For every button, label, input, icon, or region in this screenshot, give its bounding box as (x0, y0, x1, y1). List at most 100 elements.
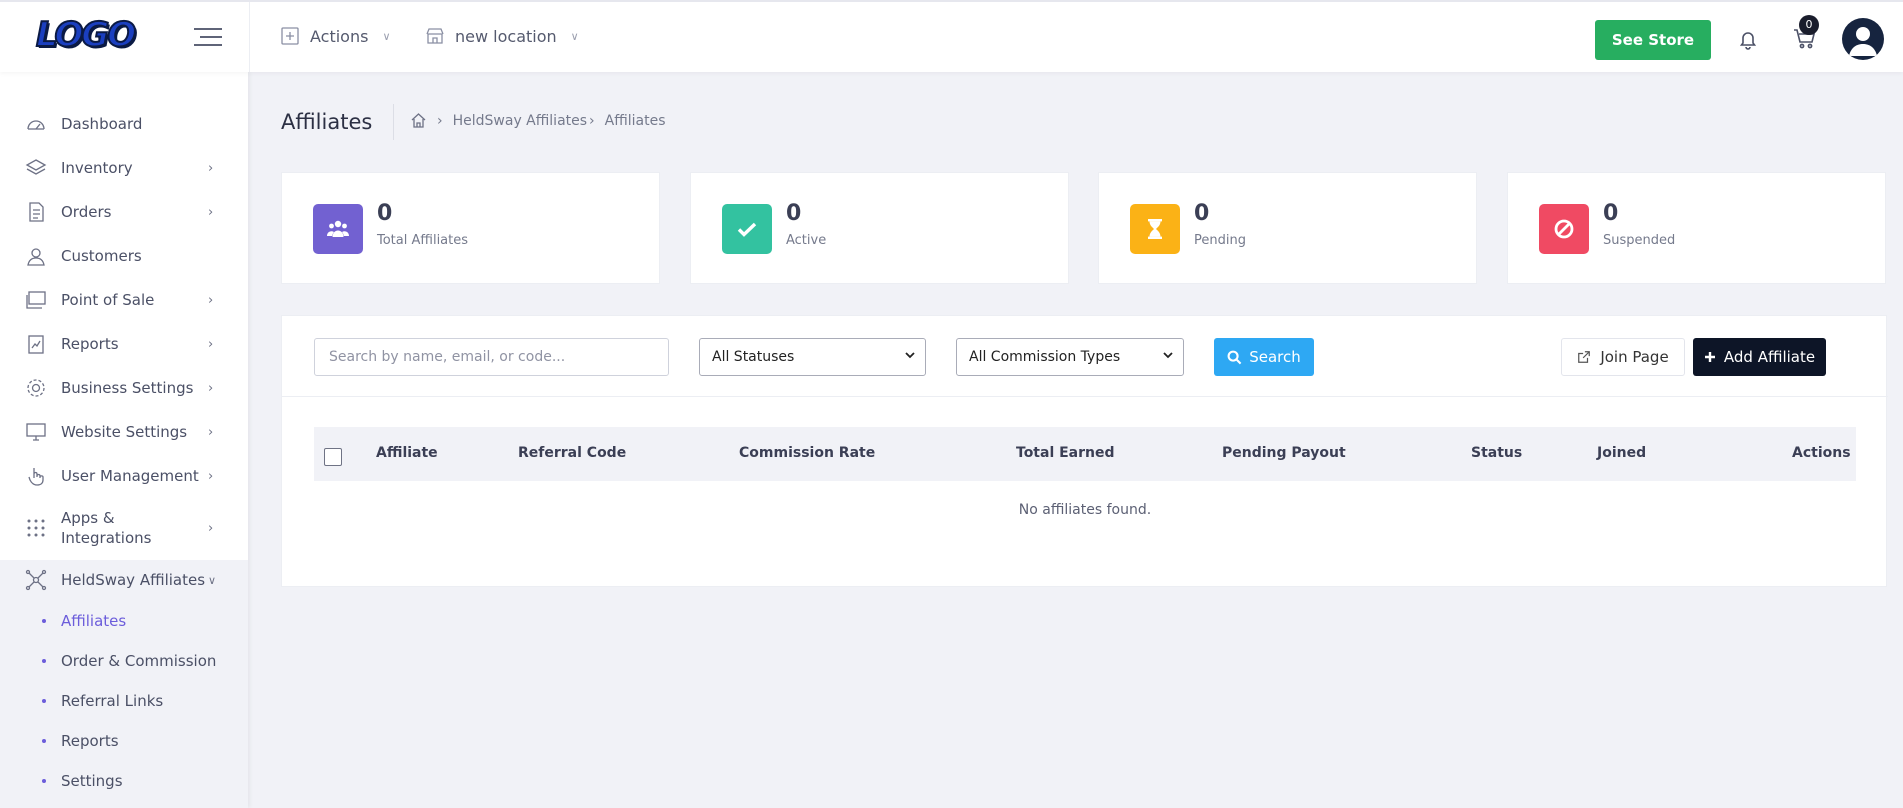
search-button[interactable]: Search (1214, 338, 1314, 376)
sidebar-item-label: Orders (61, 203, 112, 221)
chevron-right-icon: › (208, 520, 214, 536)
status-select-value: All Statuses (712, 349, 795, 365)
clipboard-chart-icon (28, 335, 44, 354)
stat-label: Total Affiliates (377, 233, 469, 248)
breadcrumb-item-affiliates: Affiliates (604, 112, 666, 129)
divider (282, 396, 1888, 397)
stat-value: 0 (786, 201, 802, 226)
gear-icon (27, 379, 45, 397)
column-header-pending-payout[interactable]: Pending Payout (1222, 445, 1346, 461)
sidebar-subitem-label: Referral Links (61, 692, 164, 710)
affiliates-panel: All Statuses All Commission Types Search… (281, 315, 1888, 587)
network-icon (25, 569, 47, 591)
chevron-down-icon (1163, 352, 1173, 359)
sidebar-item-dashboard[interactable]: Dashboard (0, 112, 248, 136)
stat-card-pending: 0 Pending (1098, 172, 1477, 284)
sidebar-subitem-order-commission[interactable]: Order & Commission (0, 646, 248, 676)
logo[interactable]: LOGO (35, 14, 137, 56)
stat-label: Pending (1194, 233, 1246, 248)
sidebar-subitem-label: Reports (61, 732, 119, 750)
stat-icon-box (1539, 204, 1589, 254)
stat-card-suspended: 0 Suspended (1507, 172, 1886, 284)
column-header-total-earned[interactable]: Total Earned (1016, 445, 1115, 461)
sidebar-item-user-management[interactable]: User Management › (0, 464, 248, 488)
sidebar-item-label: Inventory (61, 159, 133, 177)
column-header-actions: Actions (1792, 445, 1851, 461)
chevron-right-icon: › (208, 380, 214, 396)
sidebar-item-label: Customers (61, 247, 142, 265)
sidebar-item-apps-integrations[interactable]: Apps & Integrations › (0, 508, 248, 548)
check-icon (737, 222, 757, 237)
breadcrumb-item-heldsway[interactable]: HeldSway Affiliates (453, 113, 587, 129)
sidebar: Dashboard Inventory › Orders › Customers… (0, 72, 248, 808)
see-store-button[interactable]: See Store (1595, 20, 1711, 60)
breadcrumb-separator: › (589, 112, 595, 129)
search-button-label: Search (1249, 348, 1301, 366)
monitor-icon (26, 423, 46, 441)
actions-dropdown[interactable]: Actions ∨ (280, 26, 391, 46)
stat-icon-box (313, 204, 363, 254)
sidebar-subitem-label: Order & Commission (61, 652, 217, 670)
hand-icon (28, 468, 44, 486)
logo-area: LOGO (0, 2, 250, 72)
user-icon (1849, 27, 1877, 56)
chevron-right-icon: › (208, 336, 214, 352)
speedometer-icon (27, 120, 45, 130)
stat-card-total-affiliates: 0 Total Affiliates (281, 172, 660, 284)
sidebar-item-label: Point of Sale (61, 291, 155, 309)
empty-table-message: No affiliates found. (1018, 502, 1152, 518)
sidebar-subitem-label: Settings (61, 772, 123, 790)
sidebar-item-business-settings[interactable]: Business Settings › (0, 376, 248, 400)
column-header-joined[interactable]: Joined (1597, 445, 1646, 461)
column-header-referral-code[interactable]: Referral Code (518, 445, 626, 461)
location-dropdown[interactable]: new location ∨ (425, 26, 579, 46)
menu-toggle-icon[interactable] (194, 28, 222, 48)
add-affiliate-button[interactable]: Add Affiliate (1693, 338, 1826, 376)
select-all-checkbox[interactable] (324, 448, 342, 466)
chevron-down-icon: ∨ (570, 29, 579, 43)
commission-select-value: All Commission Types (969, 349, 1121, 365)
chevron-right-icon: › (208, 292, 214, 308)
sidebar-item-label: Business Settings (61, 379, 194, 397)
sidebar-subitem-settings[interactable]: Settings (0, 766, 248, 796)
join-page-button[interactable]: Join Page (1561, 338, 1685, 376)
sidebar-item-label: HeldSway Affiliates (61, 571, 206, 589)
sidebar-item-customers[interactable]: Customers (0, 244, 248, 268)
avatar[interactable] (1842, 18, 1884, 60)
users-icon (327, 220, 349, 237)
sidebar-item-label: Reports (61, 335, 119, 353)
column-header-commission-rate[interactable]: Commission Rate (739, 445, 875, 461)
stat-label: Suspended (1603, 233, 1676, 248)
chevron-right-icon: › (208, 204, 214, 220)
store-icon (426, 28, 444, 44)
sidebar-item-orders[interactable]: Orders › (0, 200, 248, 224)
sidebar-subitem-referral-links[interactable]: Referral Links (0, 686, 248, 716)
column-header-affiliate[interactable]: Affiliate (376, 445, 438, 461)
sidebar-item-label: Apps & Integrations (61, 509, 152, 547)
column-header-status[interactable]: Status (1471, 445, 1522, 461)
ban-icon (1554, 219, 1574, 239)
sidebar-subitem-reports[interactable]: Reports (0, 726, 248, 756)
chevron-right-icon: › (208, 468, 214, 484)
stat-value: 0 (1603, 201, 1619, 226)
home-icon[interactable] (410, 112, 427, 129)
join-page-label: Join Page (1600, 348, 1669, 366)
bullet (42, 659, 46, 663)
add-square-icon (281, 27, 299, 45)
sidebar-subitem-affiliates[interactable]: Affiliates (0, 606, 248, 636)
stat-card-active: 0 Active (690, 172, 1069, 284)
sidebar-item-inventory[interactable]: Inventory › (0, 156, 248, 180)
sidebar-item-heldsway-affiliates[interactable]: HeldSway Affiliates ∨ (0, 568, 248, 592)
search-input[interactable] (314, 338, 669, 376)
bell-icon[interactable] (1737, 28, 1759, 50)
chevron-right-icon: › (208, 424, 214, 440)
stat-icon-box (722, 204, 772, 254)
sidebar-item-reports[interactable]: Reports › (0, 332, 248, 356)
stat-value: 0 (377, 201, 393, 226)
commission-type-select[interactable]: All Commission Types (956, 338, 1184, 376)
location-label: new location (455, 26, 557, 46)
sidebar-item-point-of-sale[interactable]: Point of Sale › (0, 288, 248, 312)
status-select[interactable]: All Statuses (699, 338, 926, 376)
sidebar-item-website-settings[interactable]: Website Settings › (0, 420, 248, 444)
table-header: Affiliate Referral Code Commission Rate … (314, 427, 1856, 481)
